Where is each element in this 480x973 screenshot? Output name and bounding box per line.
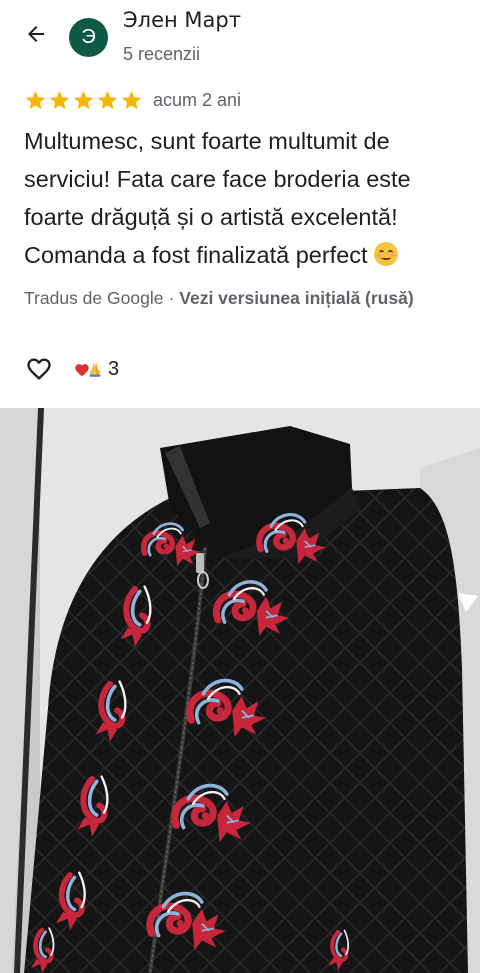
review-text: Multumesc, sunt foarte multumit de servi… bbox=[24, 122, 469, 274]
heart-outline-icon bbox=[27, 358, 51, 380]
review-header: Э Элен Март 5 recenzii bbox=[0, 0, 480, 80]
reviewer-name[interactable]: Элен Март bbox=[123, 8, 241, 32]
reaction-summary[interactable]: 3 bbox=[74, 358, 119, 381]
view-original-link[interactable]: Vezi versiunea inițială (rusă) bbox=[179, 288, 413, 308]
star-icon bbox=[25, 90, 46, 109]
star-rating bbox=[24, 89, 143, 112]
rating-row: acum 2 ani bbox=[24, 86, 241, 114]
reviewer-avatar[interactable]: Э bbox=[69, 18, 108, 57]
star-icon bbox=[73, 90, 94, 109]
embroidered-jacket-image bbox=[0, 408, 480, 973]
like-button[interactable] bbox=[24, 354, 54, 384]
translation-info: Tradus de Google · Vezi versiunea inițială… bbox=[24, 288, 414, 309]
translated-by-label: Tradus de Google bbox=[24, 288, 164, 308]
star-icon bbox=[49, 90, 70, 109]
reaction-count: 3 bbox=[108, 357, 120, 380]
separator: · bbox=[168, 288, 175, 308]
star-icon bbox=[121, 90, 142, 109]
reactions-row: 3 bbox=[24, 354, 119, 384]
reviewer-review-count: 5 recenzii bbox=[123, 44, 201, 64]
back-button[interactable] bbox=[18, 16, 54, 52]
folded-hands-emoji-icon bbox=[89, 362, 101, 377]
review-text-body: Multumesc, sunt foarte multumit de servi… bbox=[24, 128, 411, 268]
star-icon bbox=[97, 90, 118, 109]
avatar-letter: Э bbox=[81, 26, 96, 48]
review-time: acum 2 ani bbox=[153, 89, 242, 110]
arrow-left-icon bbox=[28, 26, 44, 42]
smiling-face-emoji-icon bbox=[374, 242, 399, 266]
review-photo[interactable] bbox=[0, 408, 480, 973]
